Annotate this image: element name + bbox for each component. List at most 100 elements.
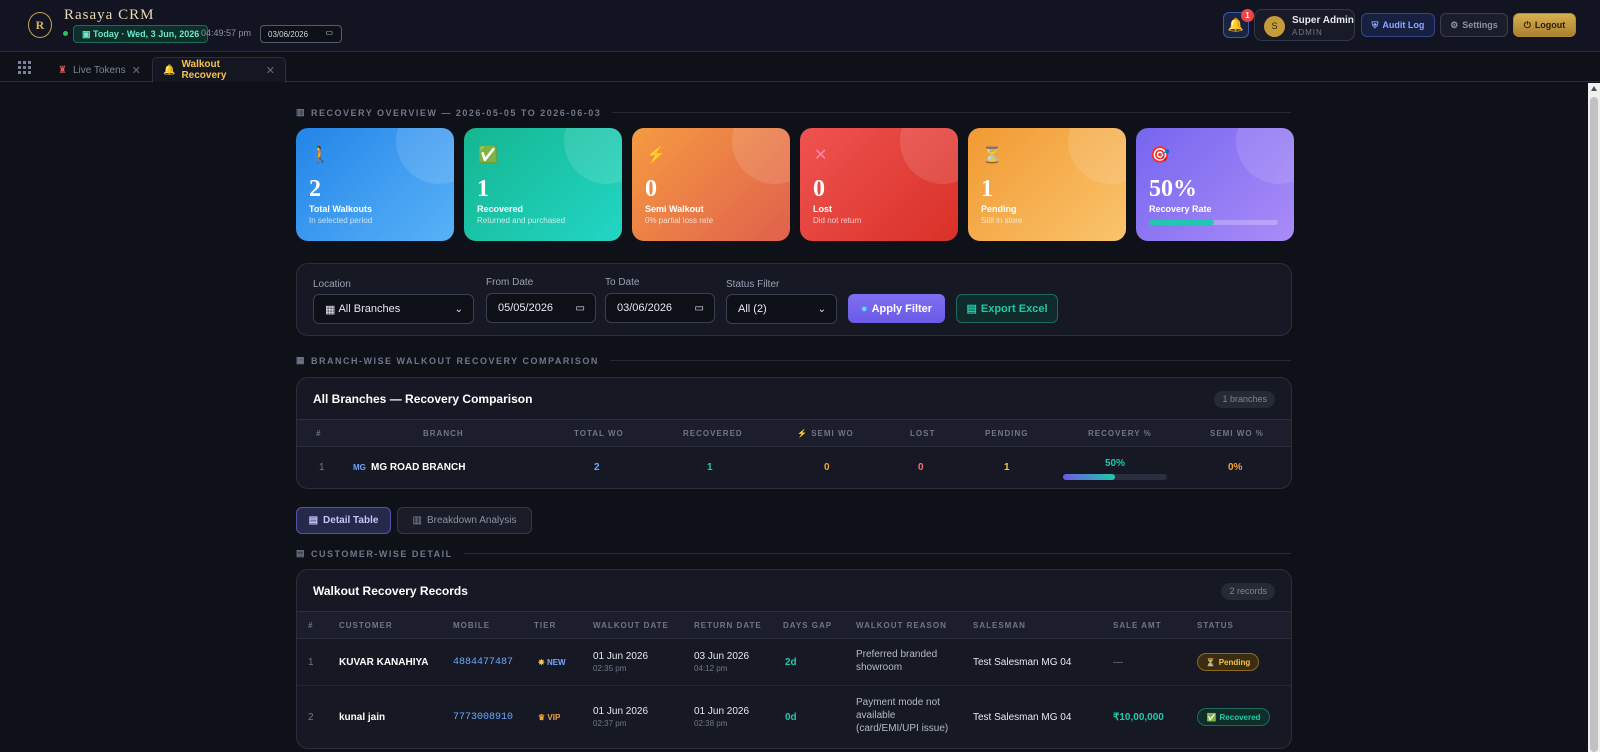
filter-panel: Location ▦ All Branches ⌄ From Date 05/05…	[296, 263, 1292, 336]
branch-code-badge: MG	[353, 463, 366, 472]
user-role: ADMIN	[1292, 28, 1323, 37]
tab-live-tokens[interactable]: ♜ Live Tokens ✕	[48, 57, 151, 83]
column-header: TIER	[534, 621, 557, 630]
walkout-reason: available	[856, 710, 896, 721]
calendar-picker-icon[interactable]: ▭	[695, 303, 704, 314]
stat-sub: Still in store	[981, 216, 1023, 225]
scroll-up-arrow-icon[interactable]	[1591, 86, 1597, 91]
location-label: Location	[313, 279, 351, 290]
stat-value: 2	[309, 176, 321, 202]
user-name: Super Admin	[1292, 15, 1354, 26]
recovery-progress-bar	[1063, 474, 1167, 480]
tier-badge: NEW	[546, 658, 566, 667]
brand-name: Rasaya CRM	[64, 7, 155, 23]
header-date-input[interactable]: 03/06/2026 ▭	[260, 25, 342, 43]
table-row[interactable]: 2 kunal jain 7773008910 ♛ VIP 01 Jun 202…	[297, 687, 1291, 748]
overview-title-text: RECOVERY OVERVIEW — 2026-05-05 TO 2026-0…	[311, 107, 602, 118]
hourglass-icon: ⏳	[1205, 657, 1216, 667]
hourglass-icon: ⏳	[982, 147, 1002, 164]
column-header: RECOVERED	[683, 429, 743, 438]
page-scrollbar[interactable]	[1588, 83, 1600, 752]
scrollbar-thumb[interactable]	[1590, 97, 1598, 752]
detail-table-tab[interactable]: ▤ Detail Table	[296, 507, 391, 534]
walkout-reason: Preferred branded	[856, 649, 938, 660]
notifications-button[interactable]: 🔔 1	[1223, 9, 1254, 38]
row-index: 1	[319, 462, 325, 473]
branch-section-title-text: BRANCH-WISE WALKOUT RECOVERY COMPARISON	[311, 355, 599, 366]
sale-amount: ₹10,00,000	[1113, 712, 1164, 723]
recovery-progress-fill	[1063, 474, 1115, 480]
records-table-title: Walkout Recovery Records	[313, 584, 468, 598]
location-select[interactable]: ▦ All Branches ⌄	[313, 294, 474, 324]
mobile-link[interactable]: 7773008910	[453, 712, 513, 723]
building-icon: ▦	[325, 303, 339, 316]
column-header: SALESMAN	[973, 621, 1026, 630]
export-excel-button[interactable]: ▤ Export Excel	[956, 294, 1058, 323]
status-badge: ✅ Recovered	[1197, 708, 1270, 726]
check-icon: ✅	[1206, 712, 1217, 722]
stat-value: 0	[645, 176, 657, 202]
customer-name[interactable]: KUVAR KANAHIYA	[339, 657, 428, 668]
clipboard-icon: ▤	[308, 515, 319, 526]
settings-button[interactable]: ⚙ Settings	[1440, 13, 1508, 37]
column-header: SEMI WO	[811, 429, 854, 438]
apply-filter-button[interactable]: ● Apply Filter	[848, 294, 945, 323]
close-icon[interactable]: ✕	[266, 64, 275, 77]
stat-label: Semi Walkout	[645, 204, 704, 214]
column-header: STATUS	[1197, 621, 1234, 630]
recovery-rate-progress	[1149, 220, 1278, 225]
tab-walkout-recovery[interactable]: 🔔 Walkout Recovery ✕	[152, 57, 286, 83]
apps-grid-icon[interactable]	[18, 61, 31, 74]
customer-name[interactable]: kunal jain	[339, 712, 385, 723]
gear-icon: ⚙	[1450, 19, 1459, 30]
column-header: RETURN DATE	[694, 621, 762, 630]
status-filter-select[interactable]: All (2) ⌄	[726, 294, 837, 324]
walkout-reason: Payment mode not	[856, 697, 940, 708]
return-date: 03 Jun 2026	[694, 651, 750, 662]
mobile-link[interactable]: 4884477487	[453, 657, 513, 668]
chevron-down-icon: ⌄	[454, 303, 463, 315]
breakdown-analysis-tab[interactable]: ▥ Breakdown Analysis	[397, 507, 532, 534]
tab-bar: ♜ Live Tokens ✕ 🔔 Walkout Recovery ✕	[0, 53, 1600, 83]
status-label: Recovered	[1219, 712, 1261, 722]
calendar-picker-icon[interactable]: ▭	[576, 303, 585, 314]
stat-label: Lost	[813, 204, 832, 214]
column-header: #	[308, 621, 314, 630]
to-date-input[interactable]: 03/06/2026 ▭	[605, 293, 715, 323]
chart-icon: ▥	[296, 107, 307, 117]
recovery-percent: 50%	[1105, 458, 1126, 469]
user-menu[interactable]: S Super Admin ADMIN	[1254, 9, 1355, 41]
column-header: WALKOUT REASON	[856, 621, 947, 630]
to-date-label: To Date	[605, 277, 640, 288]
column-header: CUSTOMER	[339, 621, 393, 630]
status-label: Pending	[1218, 657, 1251, 667]
breakdown-analysis-label: Breakdown Analysis	[426, 515, 517, 526]
today-badge: ▣ Today · Wed, 3 Jun, 2026	[73, 25, 209, 43]
table-row[interactable]: 1 KUVAR KANAHIYA 4884477487 ✸ NEW 01 Jun…	[297, 639, 1291, 686]
return-time: 04:12 pm	[694, 664, 728, 673]
detail-section-title-text: CUSTOMER-WISE DETAIL	[311, 548, 453, 559]
check-icon: ✅	[478, 147, 498, 164]
calendar-picker-icon[interactable]: ▭	[325, 28, 333, 37]
logout-button[interactable]: ⏻ Logout	[1513, 13, 1576, 37]
settings-label: Settings	[1462, 20, 1498, 30]
row-index: 1	[308, 657, 314, 668]
return-time: 02:38 pm	[694, 719, 728, 728]
column-header: #	[316, 429, 322, 438]
walkout-date: 01 Jun 2026	[593, 651, 649, 662]
tab-label: Walkout Recovery	[181, 59, 227, 81]
close-icon[interactable]: ✕	[132, 64, 141, 77]
logout-label: Logout	[1534, 20, 1566, 30]
stat-label: Total Walkouts	[309, 204, 372, 214]
from-date-input[interactable]: 05/05/2026 ▭	[486, 293, 596, 323]
crown-icon: ♛	[538, 713, 548, 722]
semi-wo-value: 0	[824, 462, 830, 473]
table-row[interactable]: 1 MG MG ROAD BRANCH 2 1 0 0 1 50% 0%	[297, 447, 1291, 488]
audit-log-button[interactable]: ⛨ Audit Log	[1361, 13, 1435, 37]
search-icon: ●	[860, 302, 868, 315]
clock-time: 04:49:57 pm	[201, 28, 252, 38]
walkout-records-panel: Walkout Recovery Records 2 records # CUS…	[296, 569, 1292, 749]
detail-table-label: Detail Table	[323, 515, 379, 526]
shield-icon: ⛨	[1371, 19, 1379, 30]
column-header: MOBILE	[453, 621, 491, 630]
